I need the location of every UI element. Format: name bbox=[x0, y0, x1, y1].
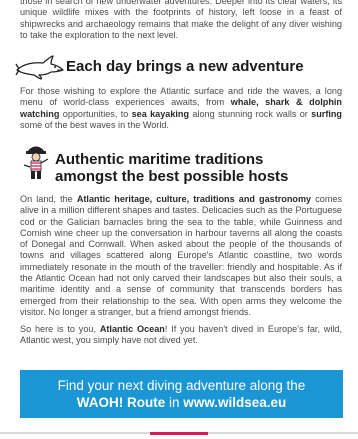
document-page: those in search of new underwater advent… bbox=[0, 0, 358, 439]
shark-icon bbox=[15, 55, 64, 80]
intro-text: those in search of new underwater advent… bbox=[20, 0, 342, 40]
wildsea-link-banner[interactable]: Find your next diving adventure along th… bbox=[20, 370, 343, 418]
wildsea-link[interactable]: www.wildsea.eu bbox=[183, 395, 286, 410]
bottom-accent-bar bbox=[150, 432, 208, 435]
section-heading-traditions: Authentic maritime traditions amongst th… bbox=[55, 151, 289, 185]
intro-paragraph: those in search of new underwater advent… bbox=[20, 0, 342, 41]
adventure-paragraph: For those wishing to explore the Atlanti… bbox=[20, 86, 342, 130]
section-heading-adventure: Each day brings a new adventure bbox=[66, 58, 304, 75]
traditions-paragraph: On land, the Atlantic heritage, culture,… bbox=[20, 194, 343, 317]
banner-line-1: Find your next diving adventure along th… bbox=[57, 378, 306, 393]
pirate-icon bbox=[23, 146, 49, 179]
closing-paragraph: So here is to you, Atlantic Ocean! If yo… bbox=[20, 324, 342, 346]
banner-line-2: WAOH! Route in www.wildsea.eu bbox=[76, 395, 287, 410]
